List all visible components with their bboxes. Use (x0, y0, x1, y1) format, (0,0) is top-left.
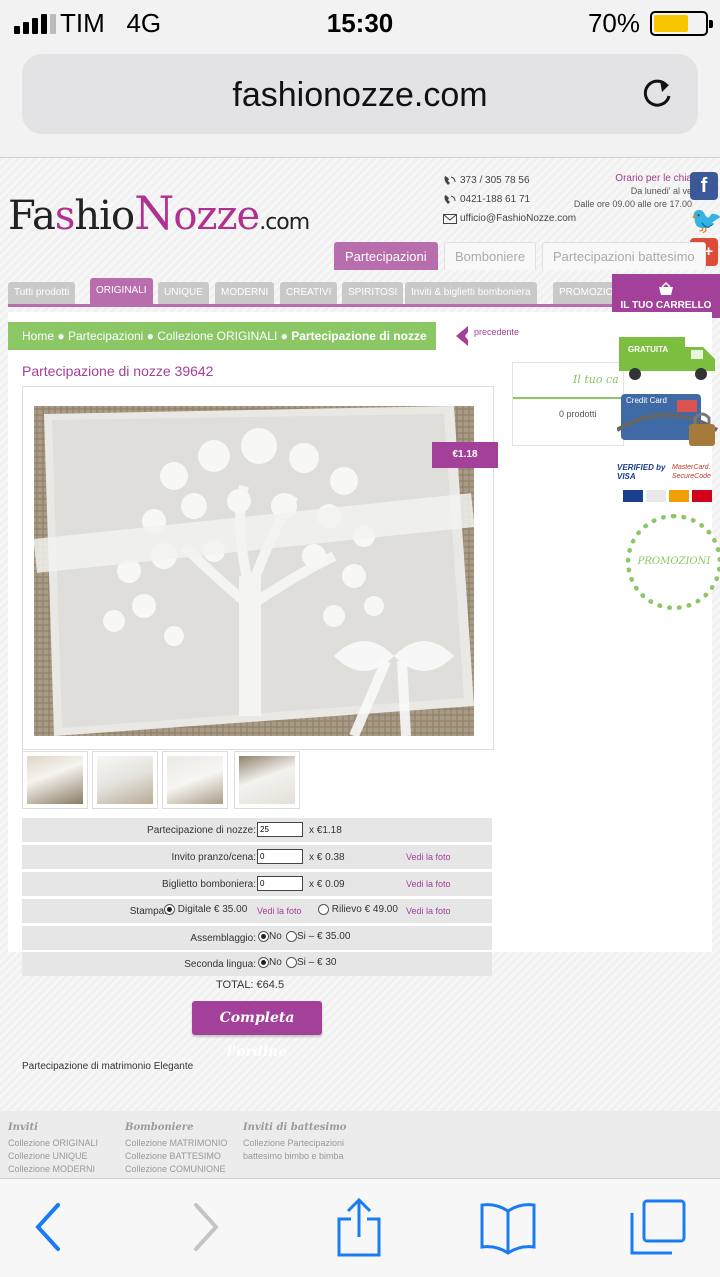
footer-link[interactable]: Collezione UNIQUE (8, 1150, 98, 1163)
assemblaggio-no-radio[interactable]: No (258, 931, 282, 942)
complete-order-button[interactable]: Completa l'ordine (192, 1001, 322, 1060)
footer-col-bomboniere: Bomboniere Collezione MATRIMONIO Collezi… (125, 1122, 228, 1176)
phone-2[interactable]: 0421-188 61 71 (443, 194, 530, 205)
url-text[interactable]: fashionozze.com (22, 76, 698, 115)
phone-icon (444, 195, 456, 204)
footer-link[interactable]: Collezione BATTESIMO (125, 1150, 227, 1163)
tab-bomboniere[interactable]: Bomboniere (444, 242, 537, 270)
address-bar[interactable]: fashionozze.com (22, 54, 698, 134)
subtab-inviti-biglietti[interactable]: Inviti & biglietti bomboniera (405, 282, 537, 304)
site-footer: Inviti Collezione ORIGINALI Collezione U… (0, 1111, 720, 1178)
verified-by-visa-badge: VERIFIED by VISA (617, 463, 666, 481)
stampa-digitale-radio[interactable]: Digitale € 35.00 (164, 904, 247, 915)
thumbnail-3[interactable] (162, 751, 228, 809)
envelope-icon (443, 214, 457, 224)
row-biglietto: Biglietto bomboniera: x € 0.09 Vedi la f… (22, 872, 492, 896)
row-seconda-lingua: Seconda lingua: No Si – € 30 (22, 952, 492, 976)
facebook-icon[interactable]: f (690, 172, 718, 200)
back-icon[interactable] (30, 1197, 66, 1257)
order-total: TOTAL: €64.5 (216, 979, 285, 991)
mastercard-securecode-badge: MasterCard. SecureCode (672, 464, 711, 480)
footer-col-battesimo: Inviti di battesimo Collezione Partecipa… (243, 1122, 347, 1163)
site-logo[interactable]: FashioNozze.com (8, 186, 310, 240)
row-stampa: Stampa: Digitale € 35.00 Vedi la foto Ri… (22, 899, 492, 923)
stampa-rilievo-radio[interactable]: Rilievo € 49.00 (318, 904, 398, 915)
browser-chrome: fashionozze.com (0, 48, 720, 158)
vedi-foto-digitale-link[interactable]: Vedi la foto (257, 906, 302, 916)
main-tabs: Partecipazioni Bomboniere Partecipazioni… (0, 242, 720, 270)
assemblaggio-si-radio[interactable]: Si – € 35.00 (286, 931, 350, 942)
subtab-originali[interactable]: ORIGINALI (90, 278, 153, 304)
forward-icon[interactable] (188, 1197, 224, 1257)
phone-1[interactable]: 373 / 305 78 56 (443, 175, 530, 186)
tabs-icon[interactable] (628, 1197, 688, 1257)
mini-cart[interactable]: Il tuo ca 0 prodotti (512, 362, 625, 446)
quantity-partecipazione-input[interactable] (257, 822, 303, 837)
twitter-icon[interactable]: 🐦 (690, 206, 720, 234)
subtab-moderni[interactable]: MODERNI (215, 282, 275, 304)
share-icon[interactable] (334, 1197, 384, 1259)
thumbnail-2[interactable] (92, 751, 158, 809)
thumbnail-4[interactable] (234, 751, 300, 809)
seconda-lingua-no-radio[interactable]: No (258, 957, 282, 968)
cart-count: 0 prodotti (559, 409, 597, 419)
email-link[interactable]: ufficio@FashioNozze.com (443, 213, 576, 224)
row-assemblaggio: Assemblaggio: No Si – € 35.00 (22, 926, 492, 950)
browser-toolbar (0, 1178, 720, 1277)
footer-link[interactable]: Collezione Partecipazioni (243, 1137, 346, 1150)
quantity-invito-input[interactable] (257, 849, 303, 864)
credit-card-label: Credit Card (626, 396, 667, 405)
promozioni-badge[interactable]: PROMOZIONI (626, 514, 720, 610)
status-bar: TIM 4G 15:30 70% (0, 0, 720, 48)
footer-link[interactable]: Collezione MATRIMONIO (125, 1137, 227, 1150)
footer-col-inviti: Inviti Collezione ORIGINALI Collezione U… (8, 1122, 99, 1176)
previous-link[interactable]: precedente (474, 327, 519, 337)
product-photo[interactable] (34, 406, 474, 736)
footer-link[interactable]: Collezione ORIGINALI (8, 1137, 98, 1150)
vedi-foto-invito-link[interactable]: Vedi la foto (406, 852, 451, 862)
subtab-spiritosi[interactable]: SPIRITOSI (342, 282, 404, 304)
payment-cards-icons (623, 490, 712, 502)
subtab-promozioni[interactable]: PROMOZIO (553, 282, 615, 304)
phone-icon (444, 176, 456, 185)
breadcrumb-home[interactable]: Home (22, 329, 54, 343)
product-title: Partecipazione di nozze 39642 (22, 363, 214, 379)
vedi-foto-rilievo-link[interactable]: Vedi la foto (406, 906, 451, 916)
subtab-creativi[interactable]: CREATIVI (280, 282, 338, 304)
bookmarks-icon[interactable] (478, 1197, 538, 1257)
breadcrumb-collezione[interactable]: Collezione ORIGINALI (157, 329, 277, 343)
price-tag: €1.18 (432, 442, 498, 468)
breadcrumb-current: Partecipazione di nozze (291, 329, 427, 343)
battery-icon (650, 11, 713, 36)
tab-partecipazioni[interactable]: Partecipazioni (334, 242, 438, 270)
footer-link[interactable]: battesimo bimbo e bimba (243, 1150, 346, 1163)
row-invito-pranzo: Invito pranzo/cena: x € 0.38 Vedi la fot… (22, 845, 492, 869)
row-partecipazione: Partecipazione di nozze: x €1.18 (22, 818, 492, 842)
footer-link[interactable]: Collezione COMUNIONE (125, 1163, 227, 1176)
subtab-tutti-prodotti[interactable]: Tutti prodotti (8, 282, 76, 304)
breadcrumb-partecipazioni[interactable]: Partecipazioni (68, 329, 143, 343)
thumbnail-1[interactable] (22, 751, 88, 809)
footer-link[interactable]: Collezione MODERNI (8, 1163, 98, 1176)
seconda-lingua-si-radio[interactable]: Si – € 30 (286, 957, 336, 968)
free-shipping-truck-icon[interactable] (617, 333, 720, 383)
battery-percent: 70% (587, 8, 640, 38)
subtab-unique[interactable]: UNIQUE (158, 282, 209, 304)
basket-icon (659, 282, 673, 295)
free-shipping-label: GRATUITA (628, 345, 669, 354)
reload-icon[interactable] (638, 74, 676, 112)
quantity-biglietto-input[interactable] (257, 876, 303, 891)
opening-hours: Orario per le chia Da lunedi' al ve Dall… (573, 173, 692, 209)
vedi-foto-biglietto-link[interactable]: Vedi la foto (406, 879, 451, 889)
breadcrumb: Home ● Partecipazioni ● Collezione ORIGI… (8, 322, 436, 350)
tab-partecipazioni-battesimo[interactable]: Partecipazioni battesimo (542, 242, 706, 270)
product-description: Partecipazione di matrimonio Elegante (22, 1061, 194, 1072)
